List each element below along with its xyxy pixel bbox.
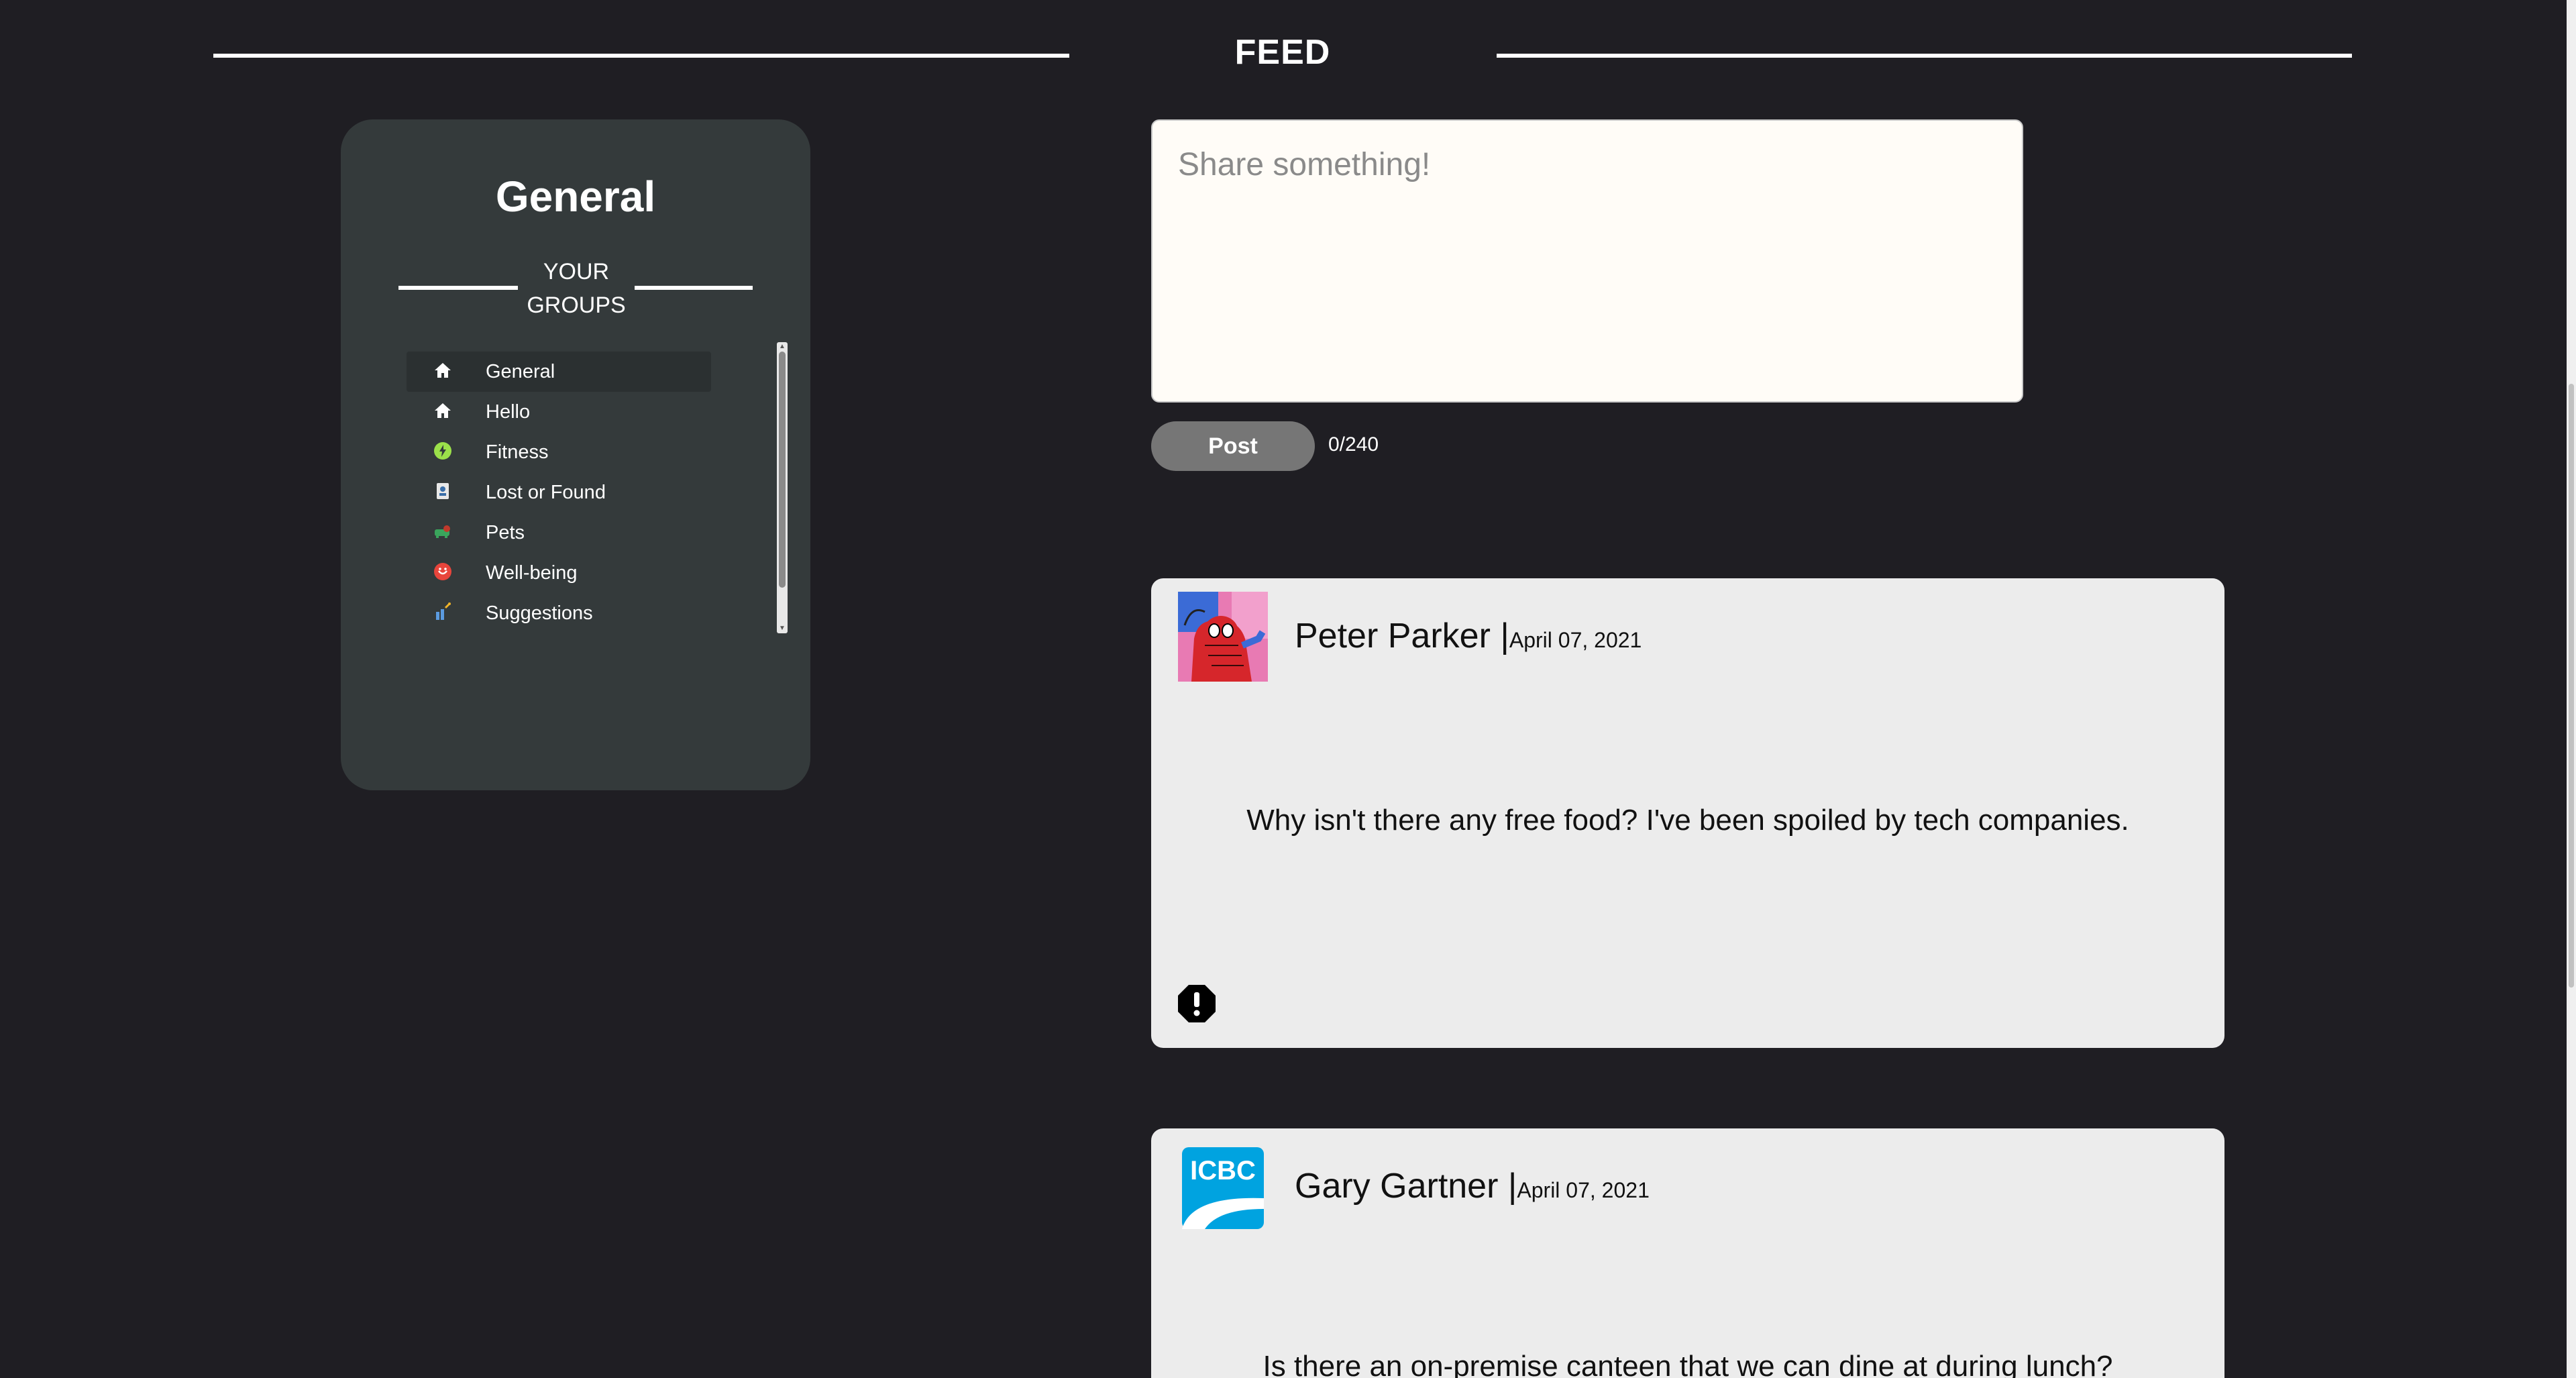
page-scroll-thumb[interactable]	[2569, 384, 2574, 988]
post-author-line: Peter Parker |April 07, 2021	[1295, 616, 1642, 656]
group-list-scrollbar[interactable]: ▲ ▼	[777, 342, 788, 633]
scroll-down-arrow-icon[interactable]: ▼	[778, 625, 786, 632]
post-button[interactable]: Post	[1151, 421, 1315, 471]
page-title: FEED	[1234, 33, 1331, 72]
fitness-icon	[433, 441, 452, 460]
feed-page: FEED General YOUR GROUPS General Hello F…	[0, 0, 2576, 1378]
wellbeing-icon	[433, 562, 452, 581]
group-item-pets[interactable]: Pets	[407, 513, 711, 553]
group-item-well-being[interactable]: Well-being	[407, 553, 711, 593]
character-counter: 0/240	[1328, 433, 1379, 456]
group-label: Suggestions	[486, 602, 593, 624]
your-groups-heading-line1: YOUR	[543, 259, 610, 284]
page-scrollbar[interactable]	[2567, 0, 2576, 1378]
post-card: Peter Parker |April 07, 2021 Why isn't t…	[1151, 578, 2224, 1048]
group-label: Well-being	[486, 562, 578, 584]
post-card: ICBC Gary Gartner |April 07, 2021 Is the…	[1151, 1128, 2224, 1378]
group-list: General Hello Fitness Lost or Found Pets…	[407, 352, 716, 633]
groups-divider-right	[635, 286, 753, 290]
post-body: Is there an on-premise canteen that we c…	[1263, 1350, 2113, 1378]
spiderman-avatar[interactable]	[1178, 592, 1268, 682]
post-composer-input[interactable]	[1151, 119, 2023, 403]
post-date: April 07, 2021	[1517, 1178, 1650, 1202]
group-label: Hello	[486, 401, 531, 423]
group-item-lost-or-found[interactable]: Lost or Found	[407, 472, 711, 513]
group-item-hello[interactable]: Hello	[407, 392, 711, 432]
post-body: Why isn't there any free food? I've been…	[1246, 804, 2129, 837]
group-item-general[interactable]: General	[407, 352, 711, 392]
group-label: Fitness	[486, 441, 549, 463]
your-groups-heading-line2: GROUPS	[527, 293, 626, 318]
group-label: Lost or Found	[486, 481, 606, 503]
header-divider-right	[1497, 54, 2352, 58]
lost-found-icon	[433, 482, 452, 500]
group-label: General	[486, 360, 555, 382]
post-author[interactable]: Peter Parker	[1295, 617, 1491, 655]
group-label: Pets	[486, 521, 525, 543]
groups-divider-left	[398, 286, 518, 290]
scroll-thumb[interactable]	[779, 352, 786, 588]
post-date: April 07, 2021	[1509, 628, 1642, 652]
pets-icon	[433, 522, 452, 541]
home-icon	[433, 361, 452, 380]
groups-sidebar: General YOUR GROUPS General Hello Fitnes…	[341, 119, 810, 790]
group-item-suggestions[interactable]: Suggestions	[407, 593, 711, 633]
icbc-logo-text: ICBC	[1190, 1156, 1256, 1185]
post-author[interactable]: Gary Gartner	[1295, 1167, 1498, 1206]
post-separator: |	[1507, 1167, 1517, 1206]
current-group-title: General	[495, 172, 656, 221]
your-groups-heading: YOUR GROUPS	[518, 255, 635, 322]
post-separator: |	[1500, 617, 1509, 655]
post-author-line: Gary Gartner |April 07, 2021	[1295, 1166, 1650, 1206]
icbc-logo-avatar[interactable]: ICBC	[1178, 1142, 1268, 1232]
group-item-fitness[interactable]: Fitness	[407, 432, 711, 472]
header-divider-left	[213, 54, 1069, 58]
report-alert-icon[interactable]	[1177, 984, 1217, 1024]
suggestions-icon	[433, 602, 452, 621]
home-icon	[433, 401, 452, 420]
scroll-up-arrow-icon[interactable]: ▲	[778, 343, 786, 350]
